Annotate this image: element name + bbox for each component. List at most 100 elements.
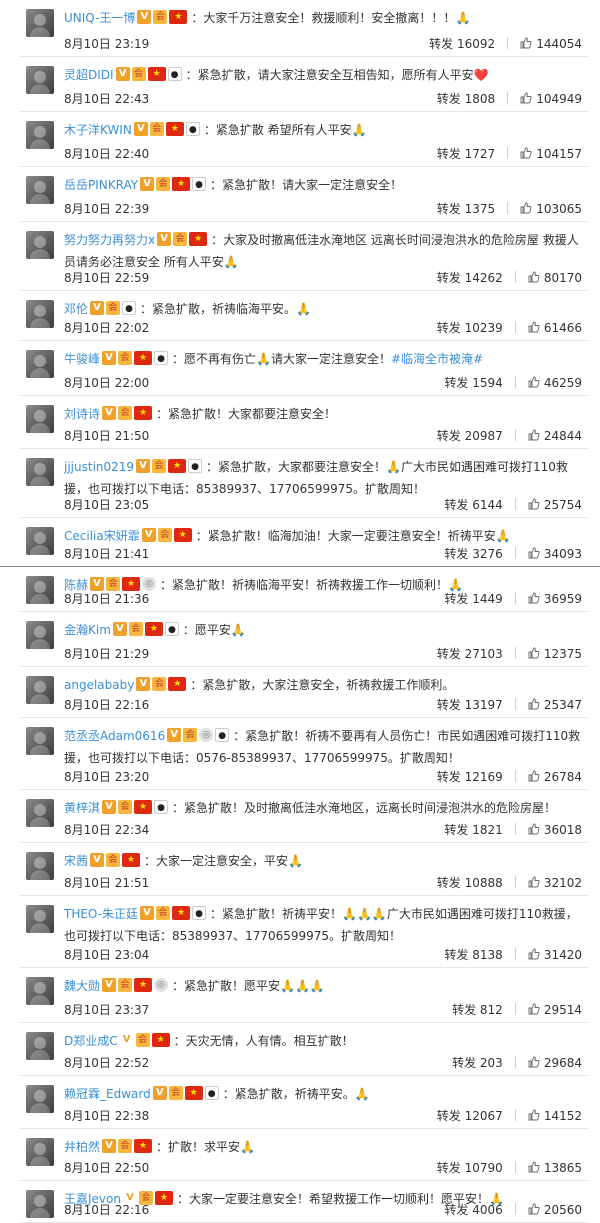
avatar[interactable] — [26, 905, 54, 933]
username-link[interactable]: 岳岳PINKRAY — [64, 178, 138, 192]
avatar[interactable] — [26, 527, 54, 555]
avatar[interactable] — [26, 799, 54, 827]
verified-v-icon[interactable]: V — [90, 301, 105, 315]
verified-v-icon[interactable]: V — [141, 528, 156, 542]
post-timestamp[interactable]: 8月10日 23:19 — [64, 36, 149, 52]
post-timestamp[interactable]: 8月10日 21:50 — [64, 428, 149, 444]
repost-button[interactable]: 转发 1375 — [437, 201, 495, 217]
username-link[interactable]: THEO-朱正廷 — [64, 907, 138, 921]
avatar[interactable] — [26, 231, 54, 259]
avatar[interactable] — [26, 621, 54, 649]
china-flag-icon[interactable]: ★ — [189, 232, 208, 246]
member-crown-icon[interactable]: 会 — [106, 301, 121, 315]
verified-v-icon[interactable]: V — [167, 728, 182, 742]
avatar[interactable] — [26, 176, 54, 204]
medal-icon[interactable]: ◎ — [154, 978, 169, 992]
china-flag-icon[interactable]: ★ — [134, 406, 153, 420]
china-flag-icon[interactable]: ★ — [147, 67, 166, 81]
panda-icon[interactable]: ● — [192, 906, 207, 920]
avatar[interactable] — [26, 9, 54, 37]
avatar[interactable] — [26, 727, 54, 755]
member-crown-icon[interactable]: 会 — [118, 406, 133, 420]
avatar[interactable] — [26, 1190, 54, 1218]
verified-v-icon[interactable]: V — [136, 677, 151, 691]
medal-icon[interactable]: ◎ — [142, 577, 157, 591]
repost-button[interactable]: 转发 1808 — [437, 91, 495, 107]
avatar[interactable] — [26, 350, 54, 378]
like-button[interactable]: 103065 — [520, 201, 582, 217]
post-timestamp[interactable]: 8月10日 21:41 — [64, 546, 149, 562]
verified-v-icon[interactable]: V — [102, 351, 117, 365]
username-link[interactable]: 努力努力再努力x — [64, 233, 155, 247]
username-link[interactable]: 刘诗诗 — [64, 407, 100, 421]
username-link[interactable]: 牛骏峰 — [64, 352, 100, 366]
panda-icon[interactable]: ● — [122, 301, 137, 315]
like-button[interactable]: 26784 — [528, 769, 582, 785]
repost-button[interactable]: 转发 203 — [452, 1055, 503, 1071]
member-crown-icon[interactable]: 会 — [106, 577, 121, 591]
repost-button[interactable]: 转发 27103 — [437, 646, 503, 662]
panda-icon[interactable]: ● — [185, 122, 200, 136]
repost-button[interactable]: 转发 14262 — [437, 270, 503, 286]
member-crown-icon[interactable]: 会 — [131, 67, 146, 81]
like-button[interactable]: 13865 — [528, 1160, 582, 1176]
china-flag-icon[interactable]: ★ — [122, 577, 141, 591]
verified-v-icon[interactable]: V — [102, 406, 117, 420]
like-button[interactable]: 80170 — [528, 270, 582, 286]
member-crown-icon[interactable]: 会 — [118, 1139, 133, 1153]
post-timestamp[interactable]: 8月10日 22:40 — [64, 146, 149, 162]
verified-v-icon[interactable]: V — [102, 800, 117, 814]
verified-v-icon[interactable]: V — [102, 1139, 117, 1153]
like-button[interactable]: 104949 — [520, 91, 582, 107]
repost-button[interactable]: 转发 1727 — [437, 146, 495, 162]
china-flag-icon[interactable]: ★ — [168, 459, 187, 473]
china-flag-icon[interactable]: ★ — [154, 1191, 173, 1205]
username-link[interactable]: D郑业成C — [64, 1034, 118, 1048]
post-timestamp[interactable]: 8月10日 22:16 — [64, 1202, 149, 1218]
avatar[interactable] — [26, 1138, 54, 1166]
like-button[interactable]: 29684 — [528, 1055, 582, 1071]
china-flag-icon[interactable]: ★ — [134, 978, 153, 992]
repost-button[interactable]: 转发 12067 — [437, 1108, 503, 1124]
like-button[interactable]: 46259 — [528, 375, 582, 391]
post-timestamp[interactable]: 8月10日 22:52 — [64, 1055, 149, 1071]
china-flag-icon[interactable]: ★ — [169, 10, 188, 24]
repost-button[interactable]: 转发 13197 — [437, 697, 503, 713]
member-crown-icon[interactable]: 会 — [106, 853, 121, 867]
post-timestamp[interactable]: 8月10日 22:50 — [64, 1160, 149, 1176]
avatar[interactable] — [26, 405, 54, 433]
panda-icon[interactable]: ● — [164, 622, 179, 636]
post-timestamp[interactable]: 8月10日 23:20 — [64, 769, 149, 785]
username-link[interactable]: Cecilia宋妍霏 — [64, 529, 140, 543]
panda-icon[interactable]: ● — [192, 177, 207, 191]
post-timestamp[interactable]: 8月10日 22:59 — [64, 270, 149, 286]
member-crown-icon[interactable]: 会 — [157, 528, 172, 542]
avatar[interactable] — [26, 1085, 54, 1113]
post-timestamp[interactable]: 8月10日 23:37 — [64, 1002, 149, 1018]
username-link[interactable]: 邓伦 — [64, 302, 88, 316]
post-timestamp[interactable]: 8月10日 22:02 — [64, 320, 149, 336]
verified-v-icon[interactable]: V — [140, 906, 155, 920]
avatar[interactable] — [26, 977, 54, 1005]
like-button[interactable]: 25754 — [528, 497, 582, 513]
like-button[interactable]: 34093 — [528, 546, 582, 562]
like-button[interactable]: 36018 — [528, 822, 582, 838]
member-crown-icon[interactable]: 会 — [118, 800, 133, 814]
post-timestamp[interactable]: 8月10日 22:38 — [64, 1108, 149, 1124]
avatar[interactable] — [26, 576, 54, 604]
china-flag-icon[interactable]: ★ — [134, 800, 153, 814]
username-link[interactable]: 陈赫 — [64, 578, 88, 592]
like-button[interactable]: 24844 — [528, 428, 582, 444]
panda-icon[interactable]: ● — [154, 351, 169, 365]
member-crown-icon[interactable]: 会 — [128, 622, 143, 636]
verified-v-icon[interactable]: V — [112, 622, 127, 636]
panda-icon[interactable]: ● — [154, 800, 169, 814]
member-crown-icon[interactable]: 会 — [118, 978, 133, 992]
repost-button[interactable]: 转发 812 — [452, 1002, 503, 1018]
china-flag-icon[interactable]: ★ — [134, 1139, 153, 1153]
repost-button[interactable]: 转发 4006 — [444, 1202, 502, 1218]
member-crown-icon[interactable]: 会 — [149, 122, 164, 136]
china-flag-icon[interactable]: ★ — [144, 622, 163, 636]
repost-button[interactable]: 转发 10888 — [437, 875, 503, 891]
member-crown-icon[interactable]: 会 — [156, 906, 171, 920]
